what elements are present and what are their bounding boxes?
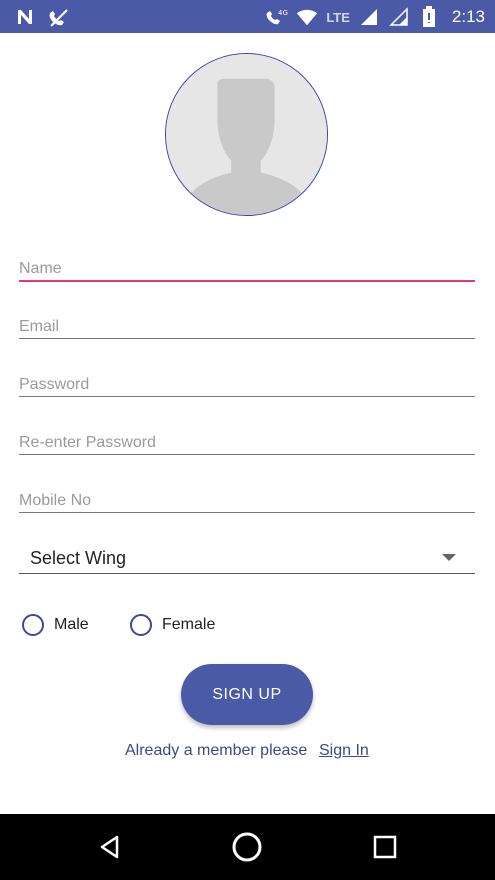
mobile-input[interactable] [19, 492, 475, 510]
wing-select[interactable]: Select Wing [19, 540, 475, 574]
already-member-text: Already a member please [125, 742, 308, 759]
signal-icon-2 [388, 6, 410, 28]
radio-female-label: Female [162, 616, 216, 633]
recents-icon[interactable] [369, 831, 401, 863]
sign-in-link[interactable]: Sign In [319, 742, 369, 760]
wifi-call-icon: 4G [266, 6, 288, 28]
email-field[interactable] [19, 298, 475, 339]
reenter-password-input[interactable] [19, 434, 475, 452]
wing-select-label: Select Wing [30, 548, 127, 568]
home-icon[interactable] [231, 831, 263, 863]
phone-muted-icon [48, 6, 70, 28]
signal-icon [358, 6, 380, 28]
radio-male[interactable]: Male [22, 614, 89, 636]
radio-circle-icon[interactable] [130, 614, 152, 636]
wifi-icon [296, 6, 318, 28]
password-input[interactable] [19, 376, 475, 394]
name-field[interactable] [19, 240, 475, 282]
email-input[interactable] [19, 318, 475, 336]
password-field[interactable] [19, 356, 475, 397]
profile-avatar[interactable] [165, 53, 328, 216]
n-notification-icon [14, 6, 36, 28]
mobile-field[interactable] [19, 472, 475, 513]
radio-circle-icon[interactable] [22, 614, 44, 636]
dropdown-arrow-icon [442, 554, 456, 561]
back-icon[interactable] [94, 831, 126, 863]
navigation-bar [0, 814, 495, 880]
radio-female[interactable]: Female [130, 614, 215, 636]
person-silhouette-icon [166, 54, 327, 215]
battery-icon [418, 6, 440, 28]
svg-text:4G: 4G [278, 9, 288, 17]
clock: 2:13 [451, 7, 485, 26]
name-input[interactable] [19, 260, 475, 278]
reenter-password-field[interactable] [19, 414, 475, 455]
status-bar: 4G LTE 2:13 [0, 0, 495, 33]
lte-label: LTE [326, 9, 350, 25]
radio-male-label: Male [54, 616, 89, 633]
sign-up-button[interactable]: SIGN UP [181, 664, 313, 725]
